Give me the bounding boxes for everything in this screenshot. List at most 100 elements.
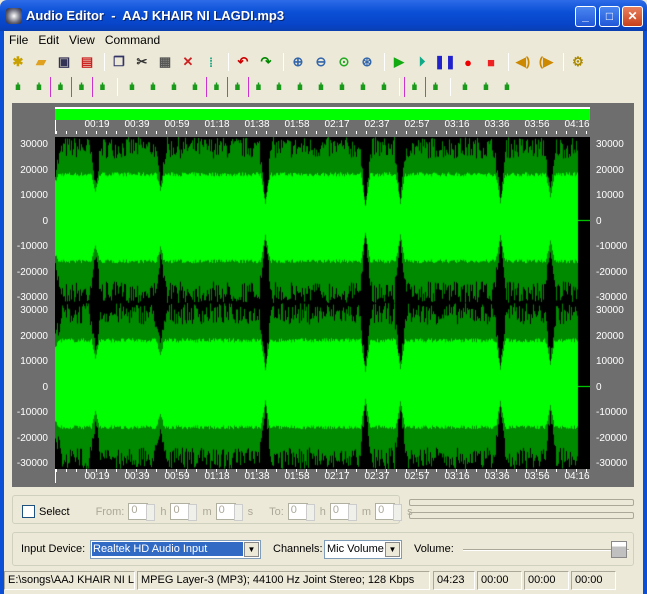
maximize-button[interactable]: □ xyxy=(599,6,620,27)
toolbar-separator xyxy=(563,53,564,71)
close-button[interactable]: ✕ xyxy=(622,6,643,27)
ruler-tick xyxy=(56,131,57,134)
y-axis-label: 20000 xyxy=(20,330,48,342)
y-axis-label-right: 20000 xyxy=(596,164,624,176)
amplify-icon[interactable]: ıılıı xyxy=(8,77,26,97)
m-label: m xyxy=(202,505,212,518)
menu-view[interactable]: View xyxy=(64,31,100,49)
time-ruler-top: 00:19 00:39 00:59 01:18 01:38 01:58 02:17 02:37… xyxy=(55,119,590,134)
ruler-tick xyxy=(56,469,57,472)
ruler-tick xyxy=(276,131,277,134)
zoom-out-icon[interactable]: ⊖ xyxy=(311,52,331,72)
right-channel-icon[interactable]: (▶ xyxy=(536,52,556,72)
y-axis-label: -20000 xyxy=(16,432,48,444)
ruler-time-label: 00:59 xyxy=(164,471,190,482)
chevron-down-icon: ▼ xyxy=(385,542,400,557)
noise-icon[interactable]: ıılıı xyxy=(353,77,371,97)
menu-edit[interactable]: Edit xyxy=(33,31,64,49)
eq-icon[interactable]: ıılıı xyxy=(290,77,308,97)
minimize-button[interactable]: _ xyxy=(575,6,596,27)
input-device-select[interactable]: Realtek HD Audio Input ▼ xyxy=(90,540,261,559)
effects-toolbar: ıılıı ıılıı ıılıı ıılıı ıılıı ıılıı ıılıı ıılıı… xyxy=(4,75,643,99)
ruler-time-label: 02:17 xyxy=(324,119,350,130)
ruler-tick xyxy=(286,131,287,134)
y-axis-label: 0 xyxy=(42,381,48,393)
ruler-tick xyxy=(186,131,187,134)
fade-out-icon[interactable]: ıılıı xyxy=(71,77,89,97)
trim-left-icon[interactable]: ıılıı xyxy=(404,77,422,97)
waveform-canvas[interactable] xyxy=(55,137,590,469)
ruler-tick xyxy=(476,131,477,134)
pause-icon[interactable]: ❚❚ xyxy=(434,52,456,72)
left-channel-icon[interactable]: ◀) xyxy=(513,52,533,72)
wizard-icon[interactable]: ıılıı xyxy=(374,77,392,97)
zoom-in-icon[interactable]: ⊕ xyxy=(288,52,308,72)
filter-icon[interactable]: ıılıı xyxy=(311,77,329,97)
echo-icon[interactable]: ıılıı xyxy=(143,77,161,97)
cut-icon[interactable]: ✂ xyxy=(132,52,152,72)
ruler-tick xyxy=(316,469,317,472)
ruler-time-label: 00:19 xyxy=(84,471,110,482)
y-axis-label-right: -20000 xyxy=(596,266,628,278)
zoom-selection-icon[interactable]: ⊙ xyxy=(334,52,354,72)
copy-icon[interactable]: ❐ xyxy=(109,52,129,72)
menu-command[interactable]: Command xyxy=(100,31,165,49)
volume-slider-thumb[interactable] xyxy=(611,541,627,558)
play-icon[interactable]: ▶ xyxy=(389,52,409,72)
undo-icon[interactable]: ↶ xyxy=(233,52,253,72)
normalize-icon[interactable]: ıılıı xyxy=(29,77,47,97)
status-bar: E:\songs\AAJ KHAIR NI LA MPEG Layer-3 (M… xyxy=(4,571,643,591)
band-icon[interactable]: ıılıı xyxy=(248,77,266,97)
close-file-icon[interactable]: ▤ xyxy=(77,52,97,72)
channels-label: Channels: xyxy=(273,543,323,555)
from-seconds[interactable]: 0 xyxy=(215,503,243,521)
trim-right-icon[interactable]: ıılıı xyxy=(425,77,443,97)
to-hours[interactable]: 0 xyxy=(287,503,315,521)
stop-icon[interactable]: ■ xyxy=(481,52,501,72)
delete-icon[interactable]: ✕ xyxy=(178,52,198,72)
play-loop-icon[interactable]: ⏵ xyxy=(412,52,432,72)
new-icon[interactable]: ✱ xyxy=(8,52,28,72)
ruler-tick xyxy=(546,131,547,134)
ruler-time-label: 01:38 xyxy=(244,119,270,130)
expand-icon[interactable]: ıılıı xyxy=(185,77,203,97)
ruler-tick xyxy=(476,469,477,472)
ruler-tick xyxy=(536,131,537,134)
window-title: Audio Editor - AAJ KHAIR NI LAGDI.mp3 xyxy=(26,8,285,23)
paste-icon[interactable]: ▦ xyxy=(155,52,175,72)
reverse-icon[interactable]: ıılıı xyxy=(206,77,224,97)
ruler-tick xyxy=(136,131,137,134)
y-axis-label-right: -30000 xyxy=(596,458,628,469)
join-icon[interactable]: ıılıı xyxy=(497,77,515,97)
ruler-tick xyxy=(236,469,237,472)
ruler-tick xyxy=(76,469,77,472)
menu-file[interactable]: File xyxy=(4,31,33,49)
ruler-tick xyxy=(316,131,317,134)
zoom-all-icon[interactable]: ⊛ xyxy=(357,52,377,72)
insert-silence-icon[interactable]: ⁞ xyxy=(201,52,221,72)
record-icon[interactable]: ● xyxy=(458,52,478,72)
vibrato-icon[interactable]: ıılıı xyxy=(227,77,245,97)
stretch-icon[interactable]: ıılıı xyxy=(269,77,287,97)
invert-icon[interactable]: ıılıı xyxy=(92,77,110,97)
split-icon[interactable]: ıılıı xyxy=(476,77,494,97)
settings-icon[interactable]: ⚙ xyxy=(568,52,588,72)
select-checkbox[interactable] xyxy=(22,505,35,518)
volume-slider-track[interactable] xyxy=(463,549,629,551)
mix-icon[interactable]: ıılıı xyxy=(332,77,350,97)
lock-icon[interactable]: ıılıı xyxy=(164,77,182,97)
ruler-tick xyxy=(306,131,307,134)
to-seconds[interactable]: 0 xyxy=(375,503,403,521)
marker-icon[interactable]: ıılıı xyxy=(455,77,473,97)
to-minutes[interactable]: 0 xyxy=(329,503,357,521)
redo-icon[interactable]: ↷ xyxy=(256,52,276,72)
channels-select[interactable]: Mic Volume ▼ xyxy=(324,540,402,559)
save-icon[interactable]: ▣ xyxy=(54,52,74,72)
fade-in-icon[interactable]: ıılıı xyxy=(50,77,68,97)
ruler-tick xyxy=(116,131,117,134)
open-icon[interactable]: ▰ xyxy=(31,52,51,72)
from-hours[interactable]: 0 xyxy=(128,503,156,521)
from-minutes[interactable]: 0 xyxy=(170,503,198,521)
ruler-tick xyxy=(356,131,357,134)
silence-icon[interactable]: ıılıı xyxy=(122,77,140,97)
